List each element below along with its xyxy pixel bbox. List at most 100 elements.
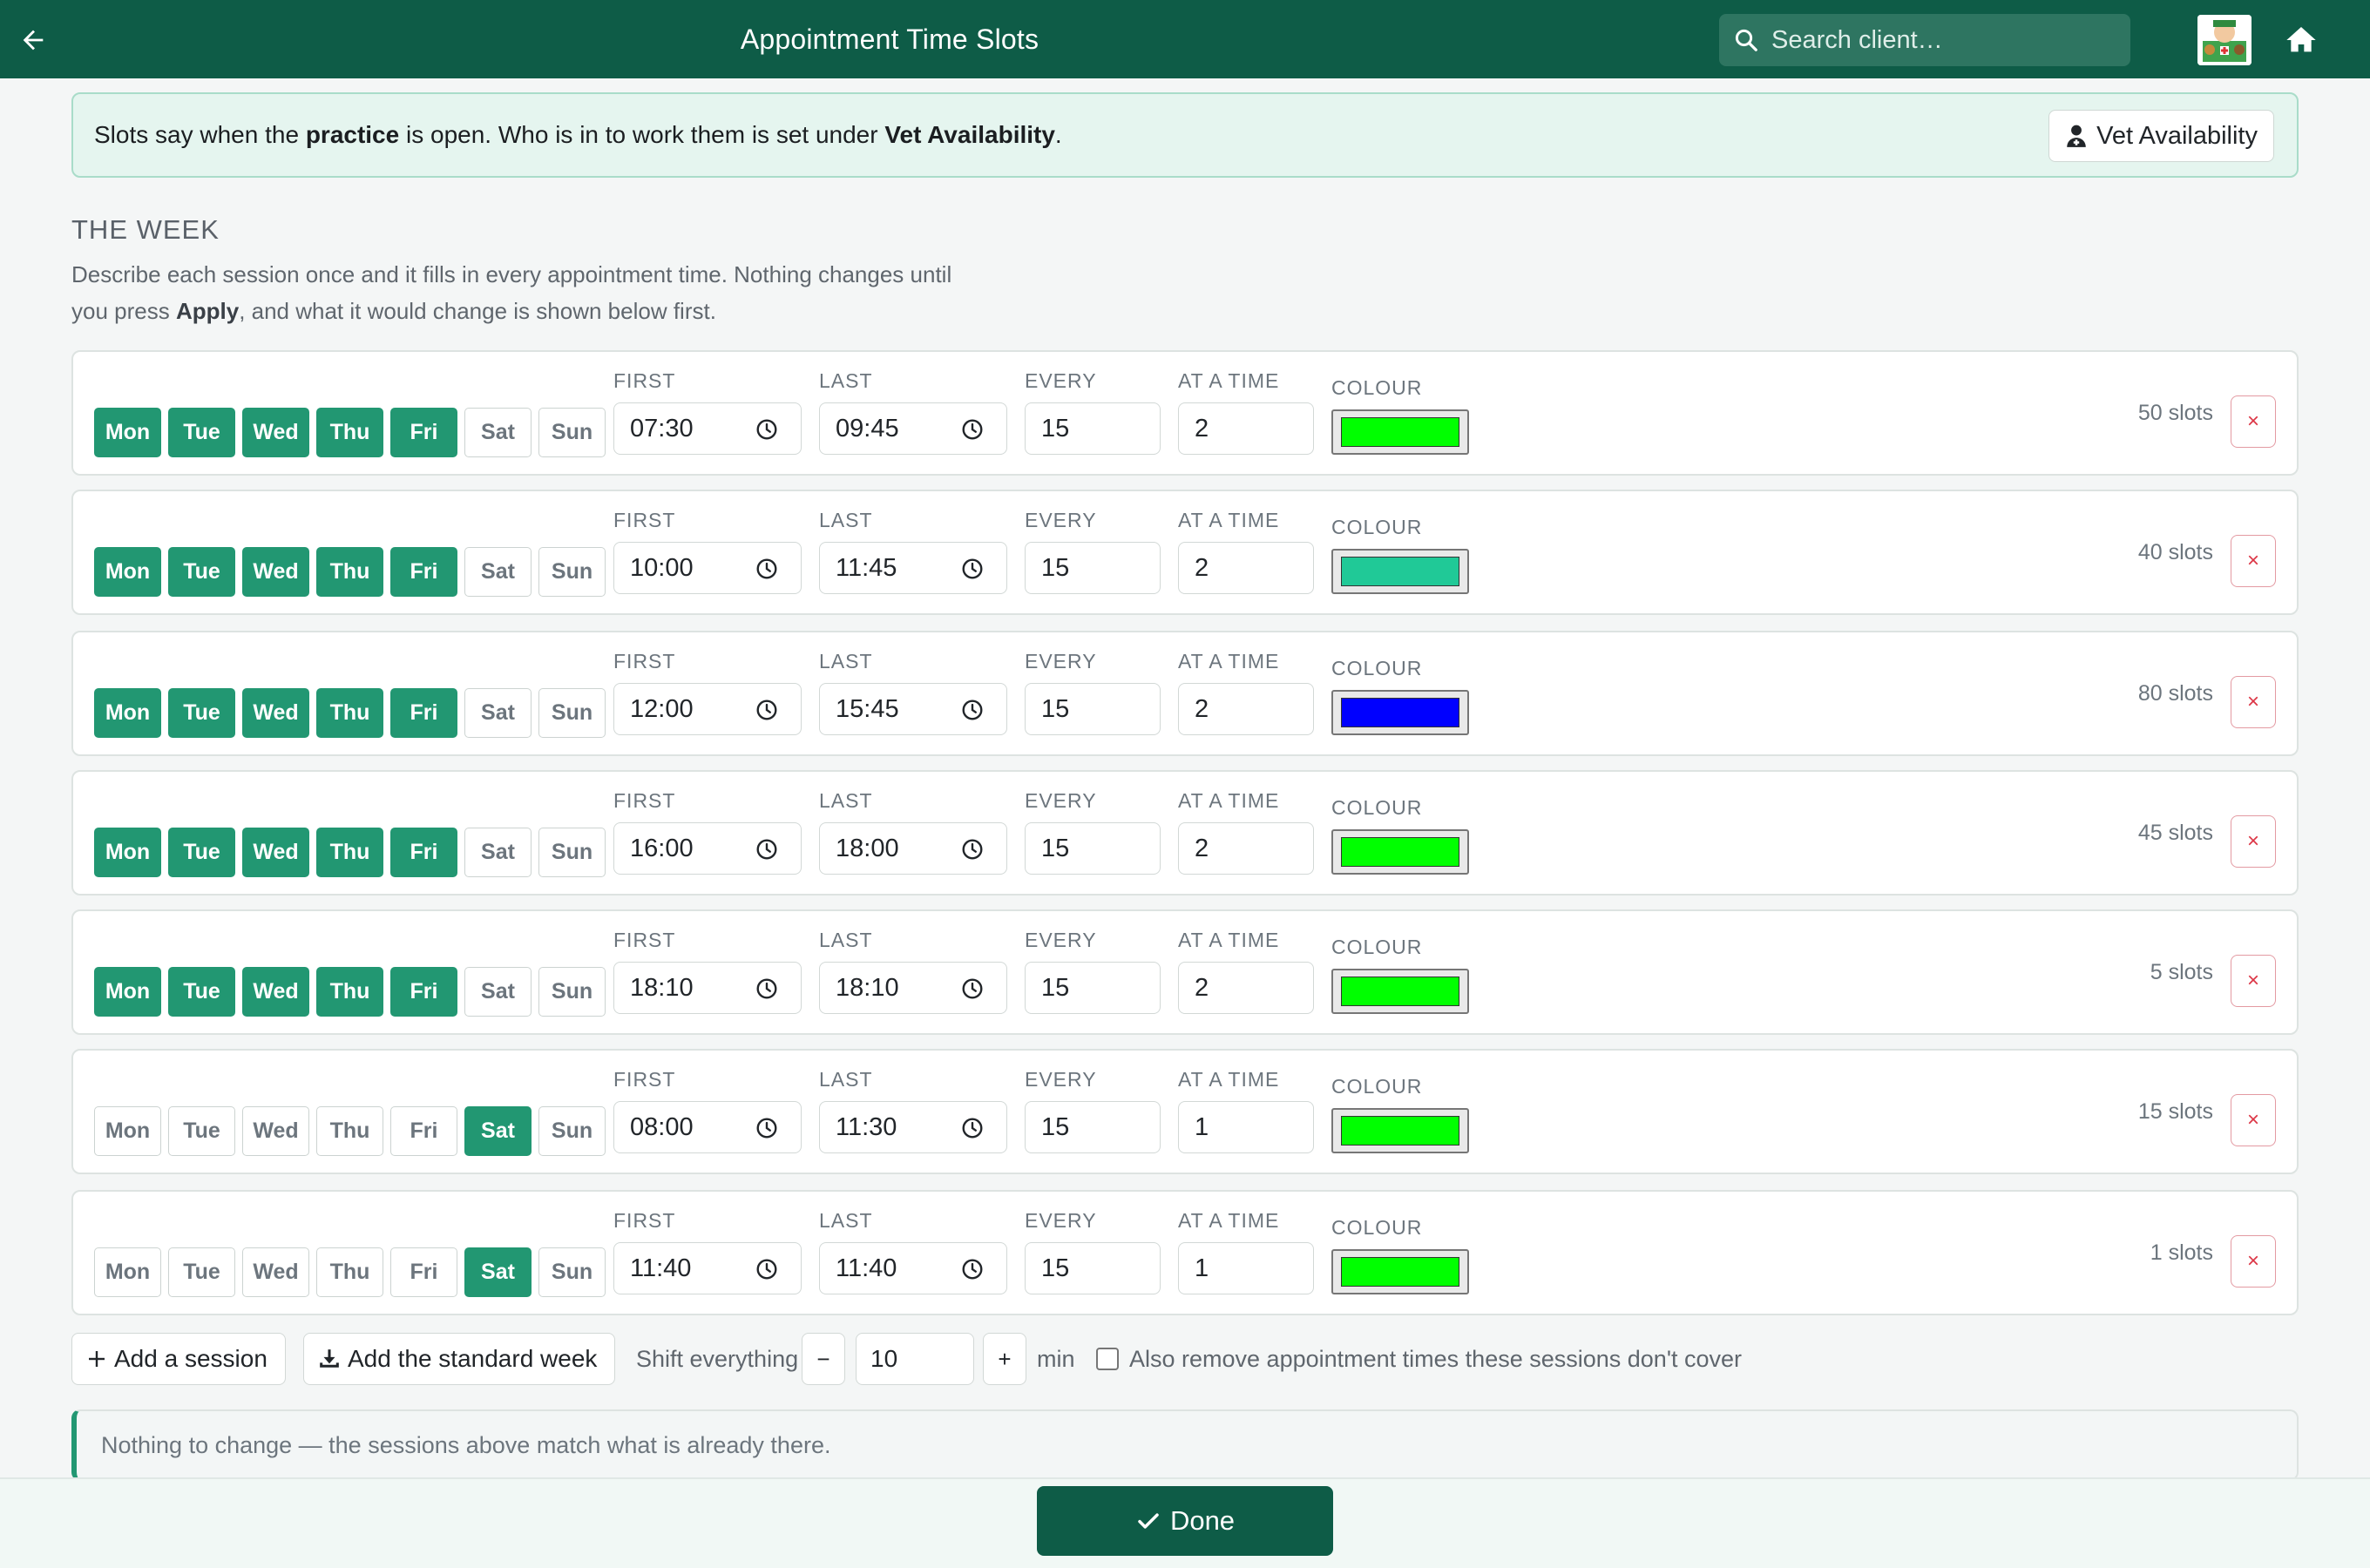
day-toggle-tue[interactable]: Tue	[168, 547, 235, 597]
day-toggle-thu[interactable]: Thu	[316, 828, 383, 877]
day-toggle-sat[interactable]: Sat	[464, 1106, 532, 1156]
day-toggle-sat[interactable]: Sat	[464, 1247, 532, 1297]
day-toggle-mon[interactable]: Mon	[94, 1247, 161, 1297]
last-time-input[interactable]: 18:00	[819, 822, 1007, 875]
day-toggle-mon[interactable]: Mon	[94, 828, 161, 877]
every-input[interactable]: 15	[1025, 962, 1161, 1014]
delete-session-button[interactable]: ×	[2231, 815, 2276, 868]
shift-increase-button[interactable]: +	[983, 1333, 1026, 1385]
day-toggle-tue[interactable]: Tue	[168, 1247, 235, 1297]
day-toggle-wed[interactable]: Wed	[242, 408, 309, 457]
day-toggle-mon[interactable]: Mon	[94, 547, 161, 597]
day-toggle-fri[interactable]: Fri	[390, 547, 457, 597]
day-toggle-thu[interactable]: Thu	[316, 1106, 383, 1156]
day-toggle-sun[interactable]: Sun	[538, 828, 606, 877]
delete-session-button[interactable]: ×	[2231, 535, 2276, 587]
day-toggle-tue[interactable]: Tue	[168, 408, 235, 457]
last-time-input[interactable]: 15:45	[819, 683, 1007, 735]
day-toggle-mon[interactable]: Mon	[94, 1106, 161, 1156]
day-toggle-fri[interactable]: Fri	[390, 1106, 457, 1156]
avatar[interactable]	[2197, 15, 2252, 65]
day-toggle-thu[interactable]: Thu	[316, 688, 383, 738]
first-time-input[interactable]: 12:00	[613, 683, 802, 735]
clock-icon[interactable]	[961, 838, 984, 861]
day-toggle-wed[interactable]: Wed	[242, 688, 309, 738]
every-input[interactable]: 15	[1025, 542, 1161, 594]
at-a-time-input[interactable]: 2	[1178, 822, 1314, 875]
add-session-button[interactable]: Add a session	[71, 1333, 286, 1385]
day-toggle-fri[interactable]: Fri	[390, 688, 457, 738]
add-standard-week-button[interactable]: Add the standard week	[303, 1333, 615, 1385]
first-time-input[interactable]: 07:30	[613, 402, 802, 455]
colour-picker[interactable]	[1331, 829, 1469, 875]
colour-picker[interactable]	[1331, 1249, 1469, 1294]
day-toggle-wed[interactable]: Wed	[242, 967, 309, 1017]
day-toggle-sun[interactable]: Sun	[538, 967, 606, 1017]
first-time-input[interactable]: 10:00	[613, 542, 802, 594]
done-button[interactable]: Done	[1037, 1486, 1333, 1556]
day-toggle-mon[interactable]: Mon	[94, 688, 161, 738]
clock-icon[interactable]	[755, 699, 778, 721]
shift-decrease-button[interactable]: −	[802, 1333, 845, 1385]
day-toggle-thu[interactable]: Thu	[316, 408, 383, 457]
day-toggle-fri[interactable]: Fri	[390, 408, 457, 457]
day-toggle-sun[interactable]: Sun	[538, 408, 606, 457]
delete-session-button[interactable]: ×	[2231, 1235, 2276, 1288]
clock-icon[interactable]	[755, 558, 778, 580]
day-toggle-sun[interactable]: Sun	[538, 688, 606, 738]
day-toggle-tue[interactable]: Tue	[168, 1106, 235, 1156]
at-a-time-input[interactable]: 1	[1178, 1101, 1314, 1153]
day-toggle-fri[interactable]: Fri	[390, 967, 457, 1017]
shift-minutes-input[interactable]	[856, 1333, 974, 1385]
vet-availability-button[interactable]: Vet Availability	[2048, 110, 2274, 162]
day-toggle-thu[interactable]: Thu	[316, 547, 383, 597]
day-toggle-wed[interactable]: Wed	[242, 547, 309, 597]
day-toggle-thu[interactable]: Thu	[316, 967, 383, 1017]
clock-icon[interactable]	[755, 1117, 778, 1139]
day-toggle-sun[interactable]: Sun	[538, 1247, 606, 1297]
last-time-input[interactable]: 11:40	[819, 1242, 1007, 1294]
day-toggle-thu[interactable]: Thu	[316, 1247, 383, 1297]
colour-picker[interactable]	[1331, 549, 1469, 594]
search-input[interactable]	[1771, 25, 2130, 55]
day-toggle-wed[interactable]: Wed	[242, 1106, 309, 1156]
at-a-time-input[interactable]: 2	[1178, 683, 1314, 735]
day-toggle-sat[interactable]: Sat	[464, 688, 532, 738]
colour-picker[interactable]	[1331, 1108, 1469, 1153]
delete-session-button[interactable]: ×	[2231, 955, 2276, 1007]
day-toggle-wed[interactable]: Wed	[242, 828, 309, 877]
delete-session-button[interactable]: ×	[2231, 1094, 2276, 1146]
at-a-time-input[interactable]: 2	[1178, 962, 1314, 1014]
colour-picker[interactable]	[1331, 690, 1469, 735]
delete-session-button[interactable]: ×	[2231, 395, 2276, 448]
remove-uncovered-checkbox[interactable]	[1096, 1348, 1119, 1370]
day-toggle-fri[interactable]: Fri	[390, 828, 457, 877]
first-time-input[interactable]: 11:40	[613, 1242, 802, 1294]
clock-icon[interactable]	[961, 418, 984, 441]
at-a-time-input[interactable]: 1	[1178, 1242, 1314, 1294]
every-input[interactable]: 15	[1025, 1242, 1161, 1294]
clock-icon[interactable]	[755, 838, 778, 861]
clock-icon[interactable]	[755, 977, 778, 1000]
clock-icon[interactable]	[961, 977, 984, 1000]
day-toggle-tue[interactable]: Tue	[168, 828, 235, 877]
day-toggle-tue[interactable]: Tue	[168, 967, 235, 1017]
first-time-input[interactable]: 08:00	[613, 1101, 802, 1153]
first-time-input[interactable]: 18:10	[613, 962, 802, 1014]
home-button[interactable]	[2280, 19, 2322, 61]
day-toggle-sun[interactable]: Sun	[538, 1106, 606, 1156]
day-toggle-tue[interactable]: Tue	[168, 688, 235, 738]
day-toggle-sat[interactable]: Sat	[464, 408, 532, 457]
day-toggle-sat[interactable]: Sat	[464, 967, 532, 1017]
at-a-time-input[interactable]: 2	[1178, 542, 1314, 594]
clock-icon[interactable]	[755, 1258, 778, 1281]
last-time-input[interactable]: 11:30	[819, 1101, 1007, 1153]
last-time-input[interactable]: 18:10	[819, 962, 1007, 1014]
delete-session-button[interactable]: ×	[2231, 676, 2276, 728]
last-time-input[interactable]: 09:45	[819, 402, 1007, 455]
day-toggle-fri[interactable]: Fri	[390, 1247, 457, 1297]
colour-picker[interactable]	[1331, 409, 1469, 455]
every-input[interactable]: 15	[1025, 822, 1161, 875]
first-time-input[interactable]: 16:00	[613, 822, 802, 875]
colour-picker[interactable]	[1331, 969, 1469, 1014]
